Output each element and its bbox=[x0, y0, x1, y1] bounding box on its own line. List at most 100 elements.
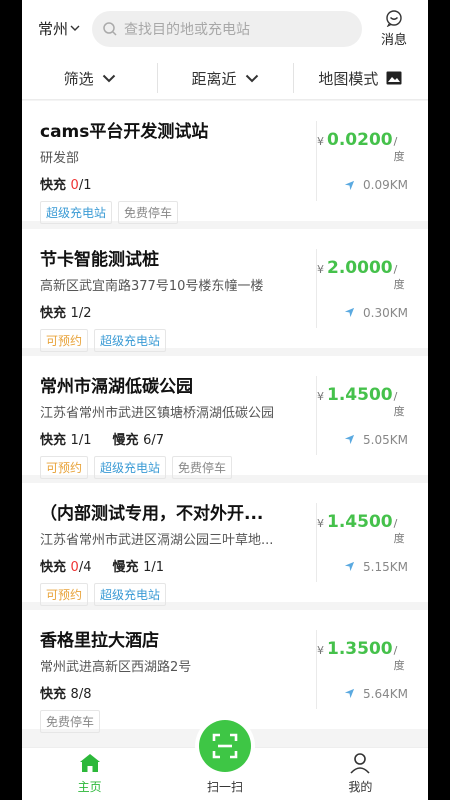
distance: 0.30KM bbox=[344, 306, 408, 320]
distance-value: 5.05KM bbox=[363, 432, 408, 447]
port-status: 快充 1/2 bbox=[40, 302, 316, 321]
fast-charge-label: 快充 bbox=[40, 433, 67, 448]
scan-button-circle bbox=[199, 720, 251, 772]
slow-charge-label: 慢充 bbox=[112, 433, 139, 448]
tag-list: 可预约 超级充电站 bbox=[40, 583, 316, 606]
tag-list: 免费停车 bbox=[40, 710, 316, 733]
tag-badge: 可预约 bbox=[40, 583, 89, 606]
tab-mine-label: 我的 bbox=[348, 780, 373, 794]
tag-badge: 免费停车 bbox=[40, 710, 101, 733]
distance: 5.64KM bbox=[344, 687, 408, 701]
station-name: cams平台开发测试站 bbox=[40, 122, 209, 142]
port-status: 快充 0/1 bbox=[40, 174, 316, 193]
sort-label: 距离近 bbox=[191, 69, 237, 88]
filter-button[interactable]: 筛选 bbox=[22, 57, 157, 99]
price-value: 1.3500 bbox=[327, 638, 393, 659]
price-value: 2.0000 bbox=[327, 257, 393, 278]
fast-charge-available: 0 bbox=[70, 560, 79, 575]
map-mode-button[interactable]: 地图模式 bbox=[292, 57, 428, 99]
app-screen: 常州 查找目的地或充电站 消息 筛选 距离近 地图模式 cams平台开发测试站 … bbox=[22, 0, 428, 800]
tab-mine[interactable]: 我的 bbox=[293, 748, 428, 800]
price-unit: /度 bbox=[393, 516, 405, 545]
price-value: 0.0200 bbox=[327, 130, 393, 150]
message-button[interactable]: 消息 bbox=[376, 9, 412, 48]
tag-list: 可预约 超级充电站 免费停车 bbox=[40, 456, 316, 479]
price: ¥ 1.4500 /度 bbox=[317, 512, 408, 546]
home-icon bbox=[79, 754, 100, 772]
tag-badge: 可预约 bbox=[40, 456, 89, 479]
tab-home-label: 主页 bbox=[77, 780, 102, 794]
tab-home[interactable]: 主页 bbox=[22, 748, 157, 800]
search-icon bbox=[103, 21, 117, 36]
price-unit: /度 bbox=[393, 262, 405, 291]
price-unit: /度 bbox=[393, 389, 405, 418]
station-name: 常州市滆湖低碳公园 bbox=[40, 377, 193, 397]
fast-charge-label: 快充 bbox=[40, 178, 67, 193]
map-mode-label: 地图模式 bbox=[318, 69, 379, 88]
distance: 0.09KM bbox=[344, 178, 408, 192]
fast-charge-total: /1 bbox=[78, 178, 92, 193]
fast-charge-total: 8/8 bbox=[70, 687, 92, 702]
message-icon bbox=[386, 10, 402, 27]
tag-badge: 超级充电站 bbox=[94, 329, 167, 352]
filter-label: 筛选 bbox=[63, 69, 94, 88]
station-name: （内部测试专用，不对外开... bbox=[40, 504, 264, 524]
tag-badge: 超级充电站 bbox=[94, 583, 167, 606]
currency-symbol: ¥ bbox=[317, 262, 324, 276]
price: ¥ 1.3500 /度 bbox=[317, 639, 408, 673]
message-label: 消息 bbox=[380, 33, 407, 48]
slow-charge-label: 慢充 bbox=[112, 560, 139, 575]
image-icon bbox=[386, 71, 402, 85]
chevron-down-icon bbox=[102, 74, 115, 82]
fast-charge-total: /4 bbox=[78, 560, 92, 575]
station-address: 江苏省常州市武进区镇塘桥滆湖低碳公园 bbox=[40, 406, 275, 421]
distance-value: 5.15KM bbox=[363, 559, 408, 574]
tag-list: 可预约 超级充电站 bbox=[40, 329, 316, 352]
distance-value: 5.64KM bbox=[363, 686, 408, 701]
navigation-arrow-icon bbox=[344, 180, 355, 190]
scan-button[interactable] bbox=[195, 716, 255, 776]
search-placeholder: 查找目的地或充电站 bbox=[124, 21, 250, 38]
fast-charge-label: 快充 bbox=[40, 306, 67, 321]
price-unit: /度 bbox=[393, 135, 405, 163]
tag-badge: 免费停车 bbox=[172, 456, 233, 479]
search-input[interactable]: 查找目的地或充电站 bbox=[92, 10, 362, 47]
price-value: 1.4500 bbox=[327, 384, 393, 405]
header: 常州 查找目的地或充电站 消息 bbox=[22, 0, 428, 57]
station-card[interactable]: （内部测试专用，不对外开... 江苏省常州市武进区滆湖公园三叶草地... 快充 … bbox=[22, 483, 428, 610]
station-card[interactable]: 节卡智能测试桩 高新区武宜南路377号10号楼东幢一楼 快充 1/2 可预约 超… bbox=[22, 229, 428, 356]
station-name: 香格里拉大酒店 bbox=[40, 631, 159, 651]
tab-scan-label: 扫一扫 bbox=[206, 780, 243, 794]
chevron-down-icon bbox=[70, 25, 80, 31]
port-status: 快充 1/1 慢充 6/7 bbox=[40, 429, 316, 448]
fast-charge-total: 1/2 bbox=[70, 306, 92, 321]
city-label: 常州 bbox=[38, 20, 69, 38]
fast-charge-label: 快充 bbox=[40, 560, 67, 575]
price: ¥ 2.0000 /度 bbox=[317, 258, 408, 292]
price-value: 1.4500 bbox=[327, 511, 393, 532]
tag-badge: 免费停车 bbox=[118, 201, 179, 224]
station-address: 高新区武宜南路377号10号楼东幢一楼 bbox=[40, 279, 264, 294]
station-card[interactable]: 常州市滆湖低碳公园 江苏省常州市武进区镇塘桥滆湖低碳公园 快充 1/1 慢充 6… bbox=[22, 356, 428, 483]
currency-symbol: ¥ bbox=[317, 643, 324, 657]
fast-charge-available: 0 bbox=[70, 178, 79, 193]
sort-distance-button[interactable]: 距离近 bbox=[157, 57, 292, 99]
tag-badge: 超级充电站 bbox=[40, 201, 113, 224]
fast-charge-label: 快充 bbox=[40, 687, 67, 702]
station-card[interactable]: cams平台开发测试站 研发部 快充 0/1 超级充电站 免费停车 ¥ 0.02… bbox=[22, 101, 428, 229]
station-address: 常州武进高新区西湖路2号 bbox=[40, 660, 192, 675]
price-unit: /度 bbox=[393, 643, 405, 672]
navigation-arrow-icon bbox=[344, 561, 355, 572]
currency-symbol: ¥ bbox=[317, 389, 324, 403]
filter-bar: 筛选 距离近 地图模式 bbox=[22, 57, 428, 100]
slow-charge-value: 6/7 bbox=[143, 433, 164, 448]
station-address: 江苏省常州市武进区滆湖公园三叶草地... bbox=[40, 533, 274, 548]
distance: 5.15KM bbox=[344, 560, 408, 574]
distance-value: 0.30KM bbox=[363, 305, 408, 320]
navigation-arrow-icon bbox=[344, 307, 355, 318]
user-icon bbox=[350, 753, 370, 774]
city-selector[interactable]: 常州 bbox=[38, 18, 92, 39]
port-status: 快充 0/4 慢充 1/1 bbox=[40, 556, 316, 575]
station-list: cams平台开发测试站 研发部 快充 0/1 超级充电站 免费停车 ¥ 0.02… bbox=[22, 101, 428, 737]
price: ¥ 1.4500 /度 bbox=[317, 385, 408, 419]
